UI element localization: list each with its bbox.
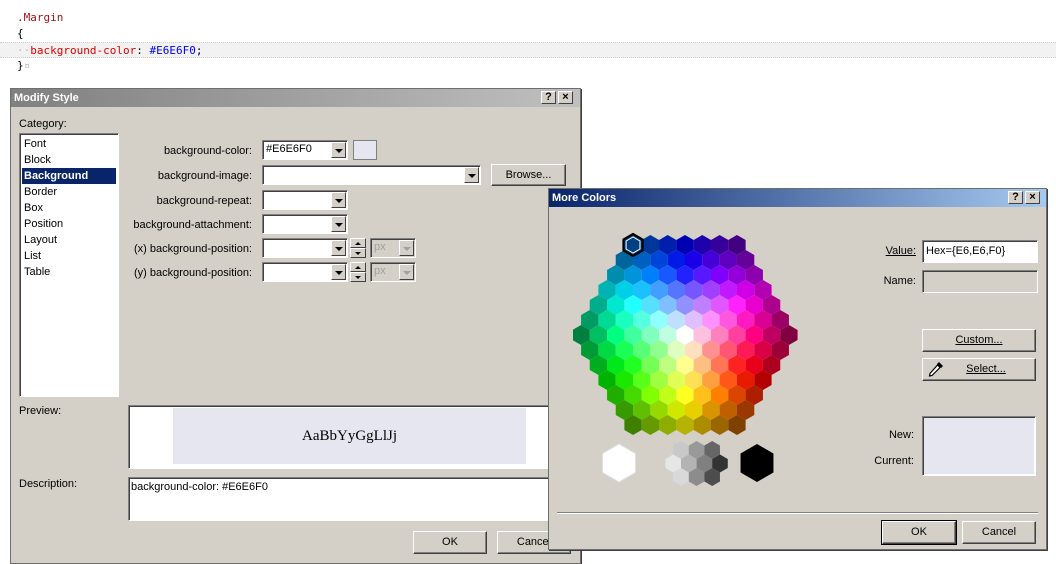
more-colors-title: More Colors (552, 192, 617, 204)
close-brace-line: }¤ (17, 58, 30, 74)
preview-label: Preview: (19, 405, 62, 417)
custom-button[interactable]: Custom... (922, 329, 1036, 352)
description-box: background-color: #E6E6F0 (128, 477, 568, 521)
preview-box: AaBbYyGgLlJj (128, 405, 568, 469)
preview-sample: AaBbYyGgLlJj (173, 408, 526, 464)
current-color-swatch (924, 446, 1034, 474)
y-unit-value: px (374, 265, 386, 277)
value-field-text: Hex={E6,E6,F0} (926, 245, 1006, 257)
color-hexagon-palette[interactable] (573, 223, 843, 503)
name-label: Name: (883, 275, 916, 287)
chevron-down-icon[interactable] (464, 167, 479, 183)
description-label: Description: (19, 478, 78, 490)
bg-repeat-combo[interactable] (262, 190, 348, 210)
x-position-spinner[interactable] (350, 238, 366, 258)
more-colors-dialog: More Colors ? × Value: Hex={E6,E6,F0} Na… (548, 188, 1047, 550)
chevron-down-icon[interactable] (331, 142, 346, 158)
bg-color-swatch[interactable] (353, 140, 377, 160)
ok-button[interactable]: OK (881, 520, 957, 545)
y-unit-combo: px (370, 262, 416, 282)
css-selector: .Margin (17, 11, 64, 24)
spin-up-icon[interactable] (350, 262, 366, 272)
spin-up-icon[interactable] (350, 238, 366, 248)
css-property: background-color (30, 44, 137, 57)
chevron-down-icon[interactable] (331, 240, 346, 256)
value-field[interactable]: Hex={E6,E6,F0} (922, 240, 1038, 263)
eol-marker: ¤ (23, 59, 31, 72)
chevron-down-icon (399, 240, 414, 256)
y-position-combo[interactable] (262, 262, 348, 282)
new-label: New: (888, 429, 914, 441)
black-swatch[interactable] (740, 444, 774, 482)
spin-down-icon[interactable] (350, 272, 366, 282)
white-swatch[interactable] (602, 443, 636, 483)
close-brace: } (17, 59, 24, 72)
bg-attachment-label: background-attachment: (133, 219, 252, 231)
custom-button-label: Custom... (955, 334, 1003, 346)
y-position-spinner[interactable] (350, 262, 366, 282)
eyedropper-icon (928, 362, 943, 377)
name-field (922, 270, 1038, 293)
modify-style-title: Modify Style (14, 92, 79, 104)
bg-color-value: #E6E6F0 (266, 143, 312, 155)
chevron-down-icon[interactable] (331, 216, 346, 232)
help-button[interactable]: ? (1008, 191, 1023, 204)
bg-repeat-label: background-repeat: (156, 195, 252, 207)
x-position-combo[interactable] (262, 238, 348, 258)
value-label-text: Value: (885, 245, 916, 257)
bg-image-combo[interactable] (262, 165, 481, 185)
css-value: #E6E6F0 (149, 44, 196, 57)
chevron-down-icon (399, 264, 414, 280)
bg-attachment-combo[interactable] (262, 214, 348, 234)
css-colon: : (136, 44, 143, 57)
category-label: Category: (19, 118, 67, 130)
browse-button[interactable]: Browse... (491, 164, 566, 186)
x-unit-value: px (374, 241, 386, 253)
open-brace: { (17, 27, 24, 40)
preview-text: AaBbYyGgLlJj (302, 427, 397, 444)
select-button-label: Select... (966, 363, 1006, 375)
css-semicolon: ; (195, 44, 203, 57)
bg-image-label: background-image: (157, 170, 252, 182)
spin-down-icon[interactable] (350, 248, 366, 258)
chevron-down-icon[interactable] (331, 192, 346, 208)
close-button[interactable]: × (1025, 191, 1040, 204)
value-label: Value: (849, 245, 916, 257)
color-compare-box (922, 416, 1036, 476)
indent-marker: ·· (17, 44, 31, 57)
select-button[interactable]: Select... (922, 358, 1036, 381)
modify-style-titlebar[interactable]: Modify Style (11, 89, 580, 107)
help-button[interactable]: ? (541, 91, 556, 104)
y-position-label: (y) background-position: (133, 267, 252, 279)
code-editor[interactable]: .Margin { ··background-color: #E6E6F0; }… (0, 0, 1056, 86)
current-line: ··background-color: #E6E6F0; (0, 42, 1056, 58)
close-button[interactable]: × (558, 91, 573, 104)
ok-button[interactable]: OK (413, 531, 487, 554)
more-colors-titlebar[interactable]: More Colors (549, 189, 1046, 207)
current-label: Current: (874, 455, 914, 467)
x-position-label: (x) background-position: (133, 243, 252, 255)
new-color-swatch (924, 418, 1034, 446)
bg-color-label: background-color: (163, 145, 252, 157)
separator (557, 512, 1038, 514)
description-text: background-color: #E6E6F0 (131, 481, 268, 493)
cancel-button[interactable]: Cancel (962, 521, 1036, 544)
x-unit-combo: px (370, 238, 416, 258)
chevron-down-icon[interactable] (331, 264, 346, 280)
modify-style-dialog: Modify Style ? × Category: Font Block Back… (10, 88, 581, 564)
bg-color-combo[interactable]: #E6E6F0 (262, 140, 348, 160)
